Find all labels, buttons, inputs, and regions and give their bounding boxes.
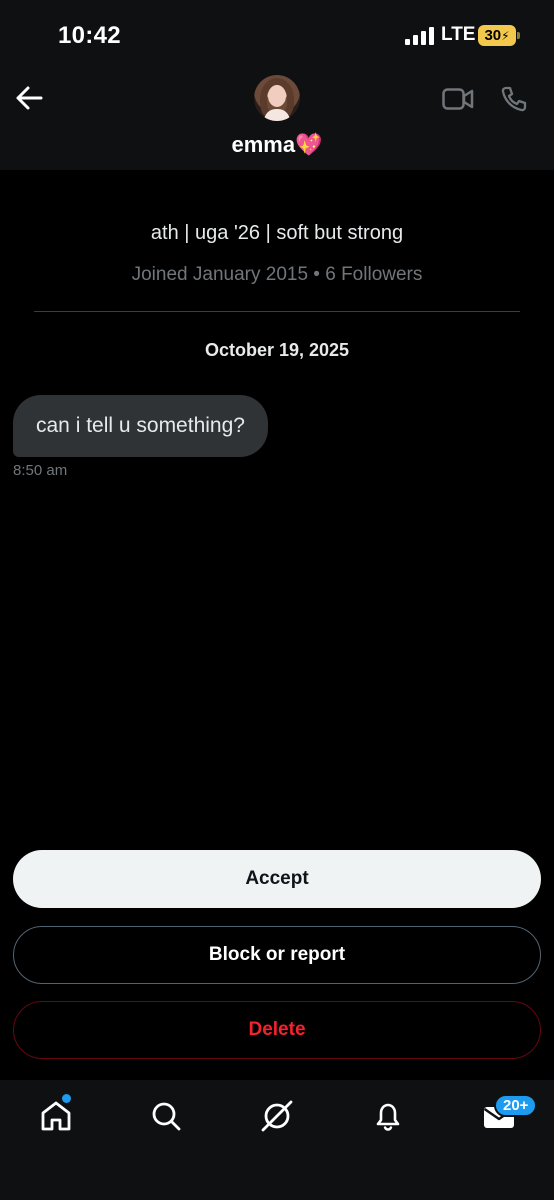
message-timestamp: 8:50 am [13,462,68,479]
delete-button[interactable]: Delete [13,1001,541,1059]
message-text: can i tell u something? [36,414,245,437]
bottom-tab-bar: 20+ [0,1080,554,1200]
avatar[interactable] [254,75,300,121]
back-arrow-icon[interactable] [14,84,44,112]
notifications-icon[interactable] [370,1098,406,1134]
block-or-report-button[interactable]: Block or report [13,926,541,984]
home-unread-dot [62,1094,71,1103]
status-time: 10:42 [58,22,121,49]
conversation-header: emma💖 [0,70,554,170]
phone-icon[interactable] [500,85,528,113]
conversation-date: October 19, 2025 [204,340,350,360]
search-icon[interactable] [148,1098,184,1134]
accept-button[interactable]: Accept [13,850,541,908]
message-bubble[interactable]: can i tell u something? [13,395,268,457]
divider [34,311,520,312]
battery-icon: 30 ⚡ [478,25,520,46]
video-icon[interactable] [442,88,474,110]
status-bar: 10:42 LTE 30 ⚡ [0,0,554,70]
signal-icon [405,27,434,45]
charging-bolt-icon: ⚡ [501,28,510,43]
grok-icon[interactable] [259,1098,295,1134]
profile-bio: ath | uga '26 | soft but strong [150,222,404,244]
network-label: LTE [441,24,476,45]
home-icon[interactable] [38,1098,74,1134]
messages-badge: 20+ [494,1094,538,1117]
profile-meta: Joined January 2015 • 6 Followers [131,264,423,285]
contact-name[interactable]: emma💖 [0,132,554,158]
battery-level: 30 [484,27,502,44]
